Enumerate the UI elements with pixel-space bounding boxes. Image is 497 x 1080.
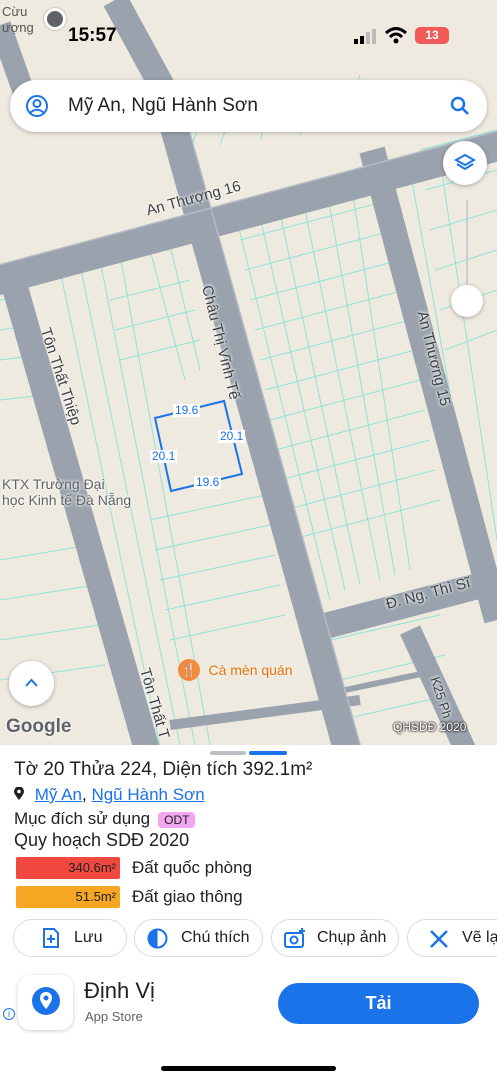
app-icon[interactable]: [18, 975, 73, 1030]
parcel-dim-right: 20.1: [218, 429, 246, 443]
add-document-icon: [43, 928, 59, 948]
wifi-icon: [385, 27, 407, 44]
layers-button[interactable]: [443, 141, 487, 185]
redraw-button-label: Vẽ lạ: [462, 929, 497, 946]
camera-icon: [284, 928, 305, 948]
restaurant-icon: 🍴: [178, 659, 200, 681]
location-pin-icon: [44, 8, 66, 30]
parcel-location: Mỹ An, Ngũ Hành Sơn: [14, 785, 205, 805]
restaurant-label: Cà mèn quán: [208, 662, 293, 678]
contrast-icon: [147, 928, 168, 949]
restaurant-marker[interactable]: 🍴 Cà mèn quán: [178, 659, 293, 681]
landuse-label: Đất quốc phòng: [132, 858, 253, 877]
google-logo: Google: [6, 716, 72, 737]
back-to-app[interactable]: Cừu ượng: [2, 4, 34, 36]
opacity-slider-handle[interactable]: [451, 285, 483, 317]
plan-title: Quy hoạch SDĐ 2020: [14, 830, 190, 850]
save-button-label: Lưu: [74, 929, 103, 946]
install-button[interactable]: Tải: [278, 983, 479, 1024]
expand-up-button[interactable]: [9, 661, 54, 706]
home-indicator[interactable]: [161, 1066, 336, 1071]
back-to-app-label: Cừu ượng: [2, 4, 34, 35]
parcel-title: Tờ 20 Thửa 224, Diện tích 392.1m²: [14, 759, 313, 780]
status-time: 15:57: [68, 25, 117, 46]
land-purpose-label: Mục đích sử dụng: [14, 809, 151, 828]
place-label-ktx[interactable]: KTX Trường Đại học Kinh tế Đà Nẵng: [2, 476, 131, 508]
draw-tools-icon: [430, 930, 448, 948]
battery-level: 13: [425, 28, 439, 42]
save-button[interactable]: Lưu: [13, 919, 127, 957]
screenshot-button-label: Chụp ảnh: [317, 929, 387, 946]
location-district-link[interactable]: Ngũ Hành Sơn: [91, 785, 204, 804]
parcel-dim-top: 19.6: [173, 403, 201, 417]
status-bar: Cừu ượng 15:57 13: [0, 0, 497, 70]
app-logo-icon: [32, 987, 60, 1015]
chevron-up-icon: [25, 678, 38, 687]
search-bar[interactable]: Mỹ An, Ngũ Hành Sơn: [10, 80, 487, 132]
place-label-ktx-line2: học Kinh tế Đà Nẵng: [2, 492, 132, 508]
place-label-ktx-line1: KTX Trường Đại: [2, 476, 105, 492]
layers-icon: [454, 153, 476, 171]
landuse-label: Đất giao thông: [132, 887, 243, 906]
land-purpose: Mục đích sử dụng ODT: [14, 809, 196, 829]
land-purpose-badge: ODT: [158, 811, 196, 828]
redraw-button[interactable]: Vẽ lạ: [407, 919, 497, 957]
ad-store-label: App Store: [85, 1009, 143, 1024]
landuse-area-bar: 51.5m²: [16, 886, 120, 908]
search-icon[interactable]: [450, 96, 470, 116]
signal-icon: [354, 29, 376, 44]
location-ward-link[interactable]: Mỹ An: [35, 785, 82, 804]
location-pin-icon: [14, 786, 24, 800]
sheet-handle-active: [249, 751, 287, 755]
legend-button-label: Chú thích: [181, 929, 250, 946]
sheet-handle[interactable]: [210, 751, 246, 755]
parcel-dim-left: 20.1: [150, 449, 178, 463]
ad-app-name: Định Vị: [84, 978, 155, 1003]
battery-icon: 13: [415, 27, 449, 44]
parcel-dim-bottom: 19.6: [194, 475, 222, 489]
landuse-area-bar: 340.6m²: [16, 857, 120, 879]
ad-info-icon[interactable]: i: [3, 1008, 15, 1020]
overlay-label: QHSDĐ 2020: [393, 720, 467, 734]
search-query[interactable]: Mỹ An, Ngũ Hành Sơn: [68, 95, 258, 117]
opacity-slider-track[interactable]: [466, 200, 468, 285]
account-icon[interactable]: [26, 95, 48, 117]
screenshot-button[interactable]: Chụp ảnh: [271, 919, 399, 957]
legend-button[interactable]: Chú thích: [134, 919, 263, 957]
map-view[interactable]: An Thượng 16 Châu Thị Vĩnh Tế An Thượng …: [0, 0, 497, 745]
